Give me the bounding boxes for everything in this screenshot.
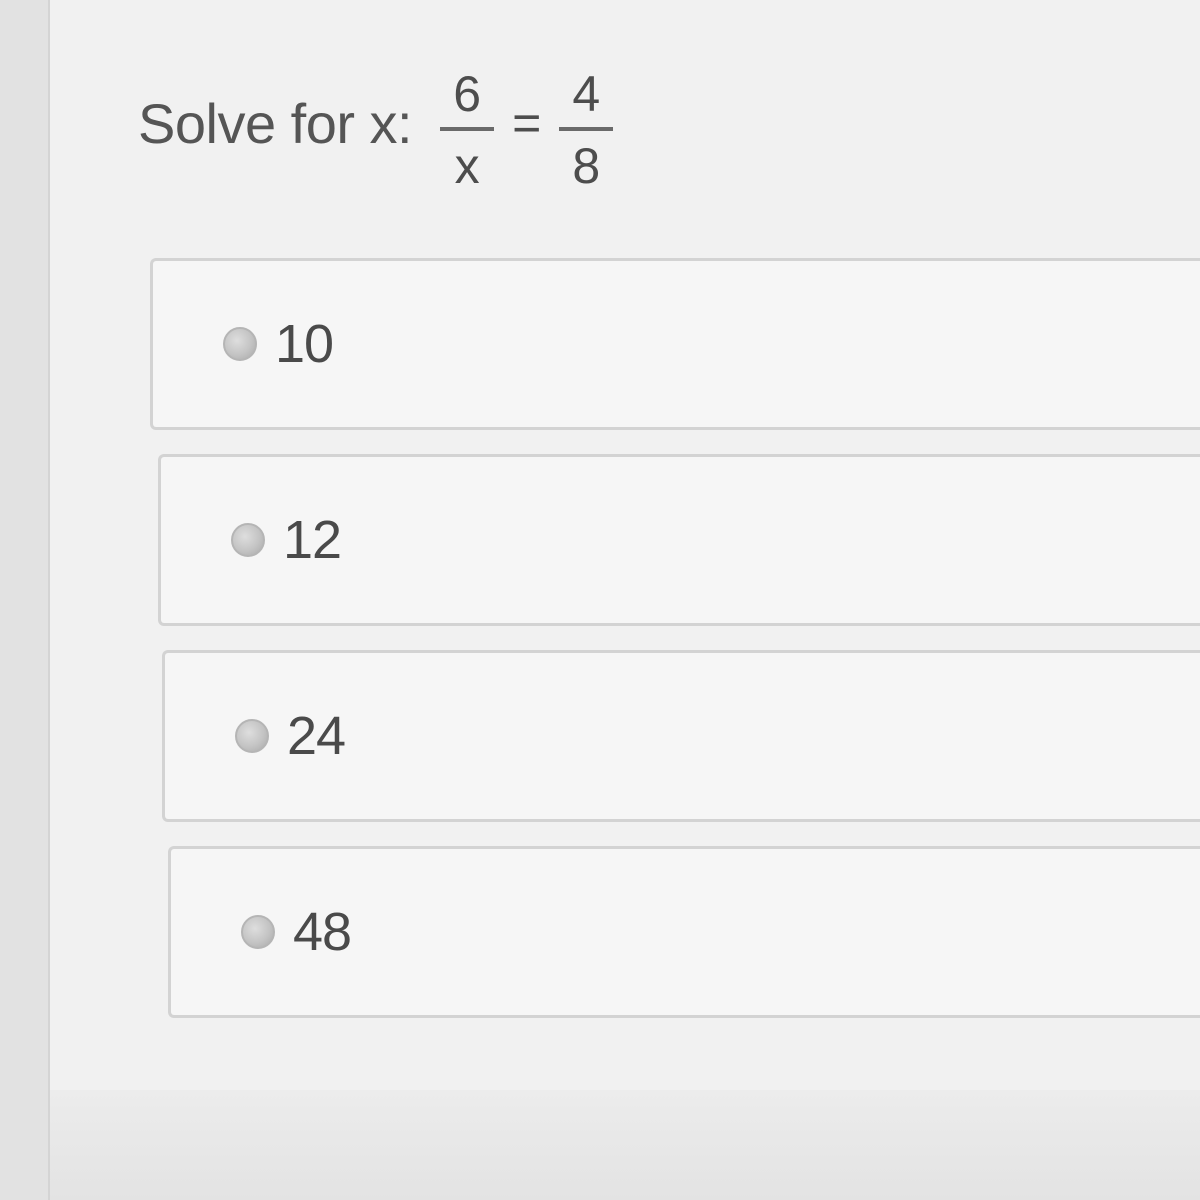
radio-button-icon[interactable] (241, 915, 275, 949)
right-denominator: 8 (572, 138, 601, 194)
answer-option-24[interactable]: 24 (162, 650, 1200, 822)
bottom-area (50, 1090, 1200, 1200)
right-numerator: 4 (572, 66, 601, 122)
option-label: 12 (283, 510, 342, 570)
radio-button-icon[interactable] (231, 523, 265, 557)
equals-sign: = (512, 95, 542, 151)
left-denominator: x (454, 138, 480, 194)
question-label: Solve for x: (138, 91, 413, 155)
option-label: 48 (293, 902, 352, 962)
radio-button-icon[interactable] (223, 327, 257, 361)
option-label: 10 (275, 314, 334, 374)
answer-options: 10 12 24 48 (150, 258, 1200, 1042)
radio-button-icon[interactable] (235, 719, 269, 753)
left-numerator: 6 (453, 66, 482, 122)
answer-option-48[interactable]: 48 (168, 846, 1200, 1018)
answer-option-10[interactable]: 10 (150, 258, 1200, 430)
answer-option-12[interactable]: 12 (158, 454, 1200, 626)
right-fraction: 4 8 (559, 66, 614, 194)
left-gutter (0, 0, 50, 1200)
question-prompt: Solve for x: 6 x = 4 8 (138, 40, 614, 220)
left-fraction: 6 x (440, 66, 495, 194)
option-label: 24 (287, 706, 346, 766)
